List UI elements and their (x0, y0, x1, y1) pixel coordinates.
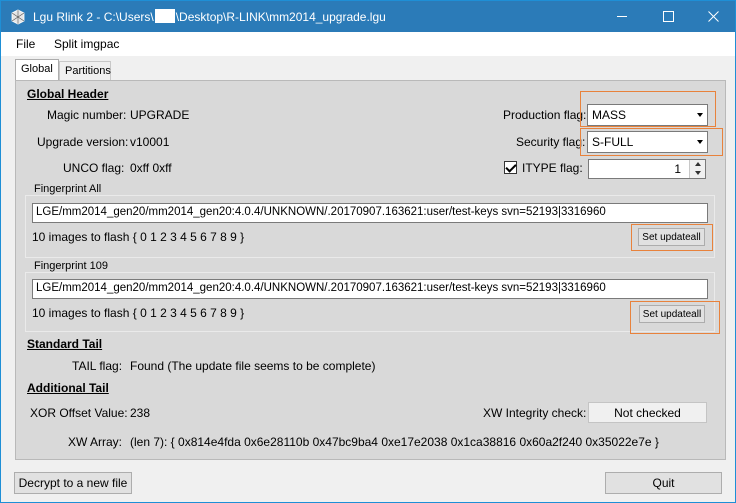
global-panel: Global Header Magic number: UPGRADE Upgr… (15, 80, 726, 460)
tail-flag-value: Found (The update file seems to be compl… (130, 359, 376, 373)
decrypt-button[interactable]: Decrypt to a new file (14, 472, 132, 494)
maximize-button[interactable] (645, 1, 691, 32)
itype-flag-stepper[interactable]: 1 (588, 159, 706, 179)
menu-file[interactable]: File (16, 37, 35, 51)
redacted-username (154, 9, 175, 23)
magic-number-label: Magic number: (47, 108, 127, 122)
security-flag-highlight (580, 128, 723, 156)
fingerprint-all-images: 10 images to flash { 0 1 2 3 4 5 6 7 8 9… (32, 230, 245, 244)
minimize-button[interactable] (599, 1, 645, 32)
xor-offset-value: 238 (130, 406, 151, 420)
itype-flag-checkbox[interactable] (504, 161, 517, 174)
standard-tail-heading: Standard Tail (27, 337, 103, 351)
security-flag-label: Security flag: (516, 135, 586, 149)
unco-flag-label: UNCO flag: (63, 161, 125, 175)
quit-button[interactable]: Quit (605, 472, 722, 494)
tab-partitions[interactable]: Partitions (59, 61, 111, 80)
title-bar[interactable]: Lgu Rlink 2 - C:\Users\ \Desktop\R-LINK\m… (1, 1, 735, 32)
set-updateall-highlight (631, 224, 713, 251)
fingerprint-all-label: Fingerprint All (32, 183, 104, 195)
tail-flag-label: TAIL flag: (72, 359, 123, 373)
global-header-heading: Global Header (27, 87, 109, 101)
upgrade-version-value: v10001 (130, 135, 170, 149)
production-flag-highlight (580, 91, 716, 127)
fingerprint-all-field[interactable]: LGE/mm2014_gen20/mm2014_gen20:4.0.4/UNKN… (32, 203, 708, 223)
menu-split-imgpac[interactable]: Split imgpac (54, 37, 119, 51)
production-flag-label: Production flag: (503, 108, 587, 122)
additional-tail-heading: Additional Tail (27, 381, 109, 395)
app-window: Lgu Rlink 2 - C:\Users\ \Desktop\R-LINK\m… (0, 0, 736, 503)
itype-flag-label: ITYPE flag: (522, 161, 583, 175)
fingerprint-109-field[interactable]: LGE/mm2014_gen20/mm2014_gen20:4.0.4/UNKN… (32, 279, 708, 299)
app-icon (11, 9, 25, 25)
maximize-icon (662, 11, 674, 22)
magic-number-value: UPGRADE (130, 108, 190, 122)
set-updateall-109-highlight (630, 301, 720, 334)
tab-global[interactable]: Global (15, 59, 59, 81)
menu-bar: File Split imgpac (1, 32, 735, 56)
xw-array-label: XW Array: (68, 435, 123, 449)
itype-flag-value: 1 (674, 162, 681, 176)
upgrade-version-label: Upgrade version: (37, 135, 129, 149)
fingerprint-109-label: Fingerprint 109 (32, 260, 110, 272)
xw-integrity-status: Not checked (588, 402, 707, 423)
stepper-down-icon (695, 171, 701, 175)
minimize-icon (616, 16, 627, 17)
window-title: Lgu Rlink 2 - C:\Users\ \Desktop\R-LINK\m… (33, 9, 386, 24)
close-icon (707, 11, 719, 22)
xw-array-value: (len 7): { 0x814e4fda 0x6e28110b 0x47bc9… (130, 435, 659, 449)
xw-integrity-label: XW Integrity check: (483, 406, 587, 420)
unco-flag-value: 0xff 0xff (130, 161, 172, 175)
stepper-buttons[interactable] (689, 160, 705, 178)
window-title-prefix: Lgu Rlink 2 - C:\Users\ (33, 10, 154, 24)
xor-offset-label: XOR Offset Value: (30, 406, 128, 420)
window-title-suffix: \Desktop\R-LINK\mm2014_upgrade.lgu (175, 10, 386, 24)
fingerprint-109-images: 10 images to flash { 0 1 2 3 4 5 6 7 8 9… (32, 306, 245, 320)
stepper-up-icon (695, 162, 701, 166)
close-button[interactable] (690, 1, 736, 32)
